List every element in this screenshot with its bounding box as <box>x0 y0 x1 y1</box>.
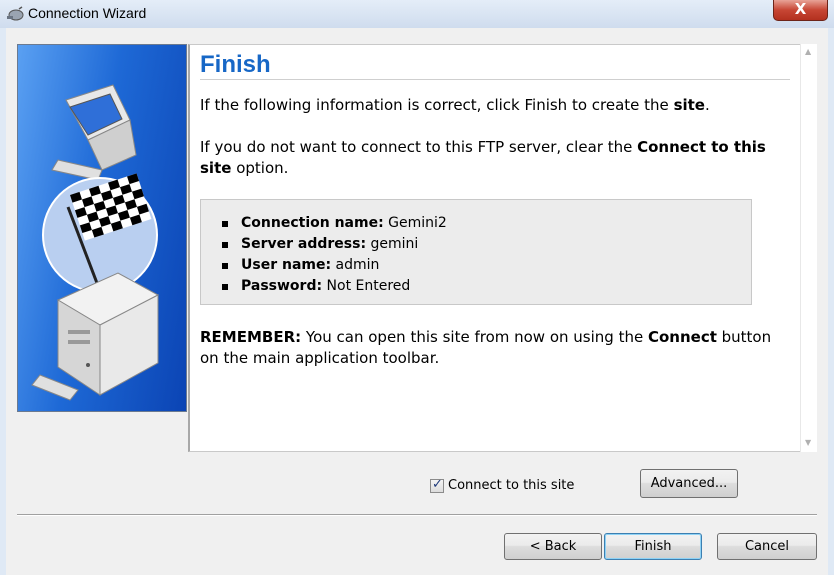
close-button[interactable]: X <box>773 0 828 21</box>
summary-value: gemini <box>366 236 419 252</box>
summary-label: Connection name: <box>241 215 384 231</box>
summary-label: Password: <box>241 278 323 294</box>
summary-item: Password: Not Entered <box>222 276 447 297</box>
instruction-text: If the following information is correct,… <box>200 95 785 116</box>
finish-button[interactable]: Finish <box>604 533 702 560</box>
cancel-button[interactable]: Cancel <box>717 533 817 560</box>
scroll-down-icon[interactable]: ▼ <box>805 438 811 447</box>
remember-text: REMEMBER: You can open this site from no… <box>200 327 785 369</box>
checkbox-box[interactable]: ✓ <box>430 476 444 493</box>
connection-summary-box: Connection name: Gemini2 Server address:… <box>200 199 752 305</box>
summary-item: Connection name: Gemini2 <box>222 213 447 234</box>
scroll-up-icon[interactable]: ▲ <box>805 47 811 56</box>
wizard-content-pane: Finish If the following information is c… <box>188 44 800 452</box>
back-button[interactable]: < Back <box>504 533 602 560</box>
instruction-text-part: If the following information is correct,… <box>200 96 674 114</box>
remember-connect-bold: Connect <box>647 328 717 346</box>
ftp-plug-icon <box>7 6 24 21</box>
connection-summary-list: Connection name: Gemini2 Server address:… <box>222 213 447 297</box>
summary-item: User name: admin <box>222 255 447 276</box>
uncheck-hint-text: If you do not want to connect to this FT… <box>200 137 785 179</box>
remember-text-part: You can open this site from now on using… <box>301 328 648 346</box>
connect-to-site-checkbox[interactable]: ✓ Connect to this site <box>430 476 574 493</box>
remember-bold: REMEMBER: <box>200 328 302 346</box>
summary-value: Not Entered <box>322 278 411 294</box>
instruction-bold: site <box>673 96 705 114</box>
summary-value: Gemini2 <box>383 215 447 231</box>
title-bar: Connection Wizard X <box>0 0 834 28</box>
instruction-text-end: . <box>704 96 710 114</box>
footer-separator <box>17 514 817 516</box>
wizard-side-panel <box>17 44 187 412</box>
connect-to-site-label[interactable]: Connect to this site <box>448 478 574 493</box>
wizard-client-area: Finish If the following information is c… <box>6 28 828 575</box>
check-mark-icon: ✓ <box>432 476 443 492</box>
monitor-icon <box>51 84 137 181</box>
summary-item: Server address: gemini <box>222 234 447 255</box>
uncheck-hint-end: option. <box>231 159 289 177</box>
summary-value: admin <box>331 257 380 273</box>
uncheck-hint-part: If you do not want to connect to this FT… <box>200 138 638 156</box>
page-title: Finish <box>200 51 271 78</box>
title-divider <box>200 79 790 80</box>
summary-label: Server address: <box>241 236 367 252</box>
close-icon: X <box>794 0 807 18</box>
window-title: Connection Wizard <box>28 5 147 21</box>
summary-label: User name: <box>241 257 332 273</box>
computers-checkered-flag-art <box>31 84 160 401</box>
content-scrollbar[interactable]: ▲ ▼ <box>800 44 817 452</box>
advanced-button[interactable]: Advanced... <box>640 469 738 498</box>
server-tower-icon <box>31 272 160 401</box>
